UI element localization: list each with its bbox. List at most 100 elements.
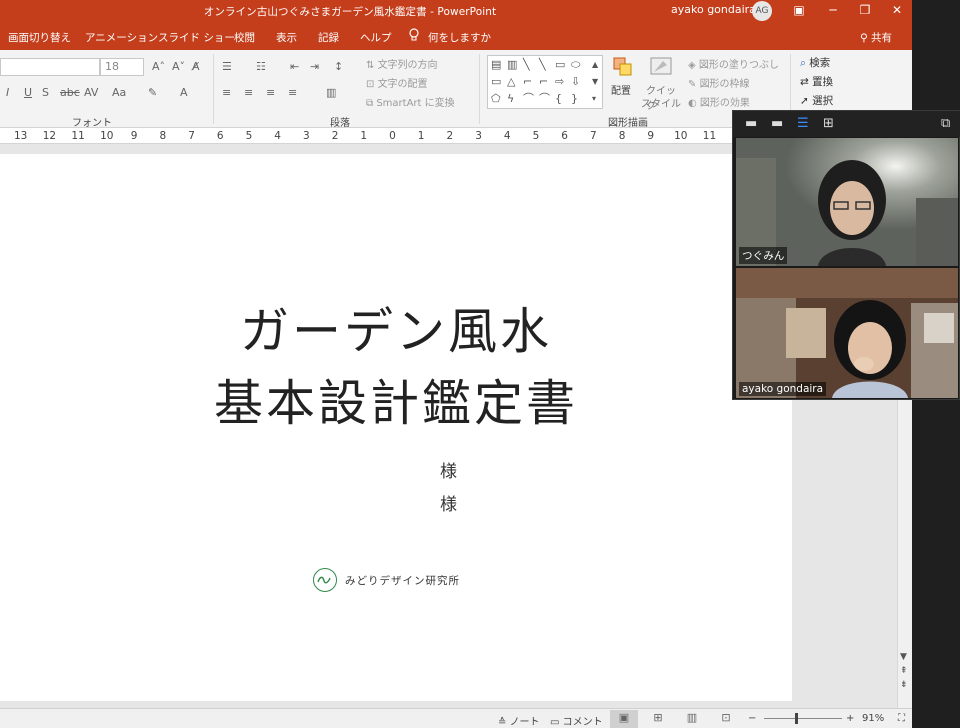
account-name[interactable]: ayako gondaira	[671, 3, 756, 16]
next-slide-icon[interactable]: ⇟	[900, 680, 908, 690]
shape-outline-button[interactable]: ✎ 図形の枠線	[688, 75, 750, 90]
rectangle-shape-icon[interactable]: ▭	[555, 59, 565, 71]
columns-icon[interactable]: ▥	[326, 86, 336, 99]
tell-me-search[interactable]: 何をしますか	[428, 30, 491, 45]
shape-effects-button[interactable]: ◐ 図形の効果	[688, 94, 750, 109]
justify-icon[interactable]: ≡	[288, 86, 297, 99]
fit-to-window-icon[interactable]: ⛶	[898, 713, 905, 724]
zoom-slider-thumb[interactable]	[795, 713, 798, 724]
more-shapes-icon[interactable]: ▾	[592, 93, 596, 105]
align-left-icon[interactable]: ≡	[222, 86, 231, 99]
lightning-shape-icon[interactable]: ϟ	[507, 93, 514, 105]
arrange-button[interactable]: 配置	[610, 56, 638, 110]
participant-name: ayako gondaira	[739, 382, 827, 396]
slide-title-line2[interactable]: 基本設計鑑定書	[0, 364, 792, 435]
scroll-down-icon[interactable]: ▼	[900, 652, 907, 662]
line-shape-icon[interactable]: ╲	[539, 59, 546, 71]
slide-sorter-button[interactable]: ⊞	[644, 710, 672, 728]
arc-shape-icon[interactable]: ⌒	[523, 93, 534, 105]
close-button[interactable]: ✕	[880, 0, 912, 22]
align-text-button[interactable]: ⊡ 文字の配置	[366, 75, 428, 90]
tab-record[interactable]: 記録	[318, 30, 339, 45]
single-view-icon[interactable]: ▬	[771, 117, 783, 131]
previous-slide-icon[interactable]: ⇞	[900, 666, 908, 676]
comments-button[interactable]: ▭ コメント	[550, 713, 603, 728]
video-call-panel[interactable]: ▬ ▬ ☰ ⊞ ⧉ つぐみん ayako gondaira	[732, 110, 960, 400]
quick-styles-button[interactable]: クイック スタイル	[640, 56, 682, 112]
slideshow-button[interactable]: ⊡	[712, 710, 740, 728]
share-button[interactable]: ⚲ 共有	[860, 30, 892, 45]
zoom-in-button[interactable]: +	[846, 713, 854, 724]
stacked-view-icon[interactable]: ☰	[797, 117, 809, 131]
reading-view-button[interactable]: ▥	[678, 710, 706, 728]
shape-icon[interactable]: ⬠	[491, 93, 501, 105]
tab-slideshow[interactable]: スライド ショー	[158, 30, 235, 45]
restore-button[interactable]: ❐	[848, 0, 882, 22]
brace-shape-icon[interactable]: }	[571, 93, 578, 105]
increase-font-icon[interactable]: A˄	[152, 60, 165, 73]
notes-button[interactable]: ≙ ノート	[498, 713, 540, 728]
textbox-shape-icon[interactable]: ▤	[491, 59, 501, 71]
participant-video-tile[interactable]: ayako gondaira	[736, 268, 958, 398]
increase-indent-icon[interactable]: ⇥	[310, 60, 319, 73]
line-spacing-icon[interactable]: ↕	[334, 60, 343, 73]
replace-button[interactable]: ⇄ 置換	[800, 74, 833, 89]
highlight-button[interactable]: ✎	[148, 86, 157, 99]
scroll-up-icon[interactable]: ▲	[592, 59, 598, 71]
connector-shape-icon[interactable]: ⌐	[523, 76, 532, 88]
font-size-input[interactable]: 18	[100, 58, 144, 76]
align-center-icon[interactable]: ≡	[244, 86, 253, 99]
shadow-button[interactable]: S	[42, 86, 49, 99]
minimize-video-icon[interactable]: ▬	[745, 117, 757, 131]
shapes-gallery[interactable]: ▤ ▥ ╲ ╲ ▭ ⬭ ▭ △ ⌐ ⌐ ⇨ ⇩ ⬠ ϟ ⌒ ⌒ { } ▲ ▼ …	[487, 55, 603, 109]
line-shape-icon[interactable]: ╲	[523, 59, 530, 71]
brace-shape-icon[interactable]: {	[555, 93, 562, 105]
tab-animations[interactable]: アニメーション	[85, 30, 158, 45]
font-name-input[interactable]	[0, 58, 100, 76]
shape-fill-button[interactable]: ◈ 図形の塗りつぶし	[688, 56, 779, 71]
down-arrow-shape-icon[interactable]: ⇩	[571, 76, 580, 88]
zoom-slider[interactable]	[764, 718, 842, 719]
right-arrow-shape-icon[interactable]: ⇨	[555, 76, 564, 88]
slide-title-line1[interactable]: ガーデン風水	[0, 292, 792, 363]
align-right-icon[interactable]: ≡	[266, 86, 275, 99]
tab-review[interactable]: 校閲	[234, 30, 255, 45]
minimize-button[interactable]: ─	[816, 0, 850, 22]
avatar[interactable]: AG	[752, 1, 772, 21]
honorific-text[interactable]: 様	[440, 490, 457, 515]
gallery-view-icon[interactable]: ⊞	[823, 117, 834, 131]
rectangle-shape-icon[interactable]: ▭	[491, 76, 501, 88]
clear-format-icon[interactable]: A̸	[192, 60, 200, 73]
change-case-button[interactable]: Aa	[112, 86, 126, 99]
text-direction-button[interactable]: ⇅ 文字列の方向	[366, 56, 438, 71]
decrease-font-icon[interactable]: A˅	[172, 60, 185, 73]
italic-button[interactable]: I	[6, 86, 9, 99]
decrease-indent-icon[interactable]: ⇤	[290, 60, 299, 73]
tab-help[interactable]: ヘルプ	[360, 30, 392, 45]
exit-float-icon[interactable]: ⧉	[941, 117, 950, 131]
triangle-shape-icon[interactable]: △	[507, 76, 515, 88]
connector-shape-icon[interactable]: ⌐	[539, 76, 548, 88]
underline-button[interactable]: U	[24, 86, 32, 99]
select-button[interactable]: ➚ 選択	[800, 93, 833, 108]
numbering-icon[interactable]: ☷	[256, 60, 266, 73]
tab-transitions[interactable]: 画面切り替え	[8, 30, 71, 45]
font-color-button[interactable]: A	[180, 86, 188, 99]
zoom-level[interactable]: 91%	[862, 713, 884, 724]
tab-view[interactable]: 表示	[276, 30, 297, 45]
oval-shape-icon[interactable]: ⬭	[571, 59, 580, 71]
honorific-text[interactable]: 様	[440, 457, 457, 482]
participant-video-tile[interactable]: つぐみん	[736, 138, 958, 266]
slide-canvas[interactable]: ガーデン風水 基本設計鑑定書 様 様 みどりデザイン研究所	[0, 154, 792, 701]
strikethrough-button[interactable]: abc	[60, 86, 80, 99]
convert-smartart-button[interactable]: ⧉ SmartArt に変換	[366, 94, 455, 109]
scroll-down-icon[interactable]: ▼	[592, 76, 598, 88]
curve-shape-icon[interactable]: ⌒	[539, 93, 550, 105]
char-spacing-button[interactable]: AV	[84, 86, 98, 99]
zoom-out-button[interactable]: −	[748, 713, 756, 724]
ribbon-display-options-button[interactable]: ▣	[782, 0, 816, 22]
bullets-icon[interactable]: ☰	[222, 60, 232, 73]
find-button[interactable]: ⌕ 検索	[800, 55, 830, 70]
normal-view-button[interactable]: ▣	[610, 710, 638, 728]
vertical-textbox-icon[interactable]: ▥	[507, 59, 517, 71]
